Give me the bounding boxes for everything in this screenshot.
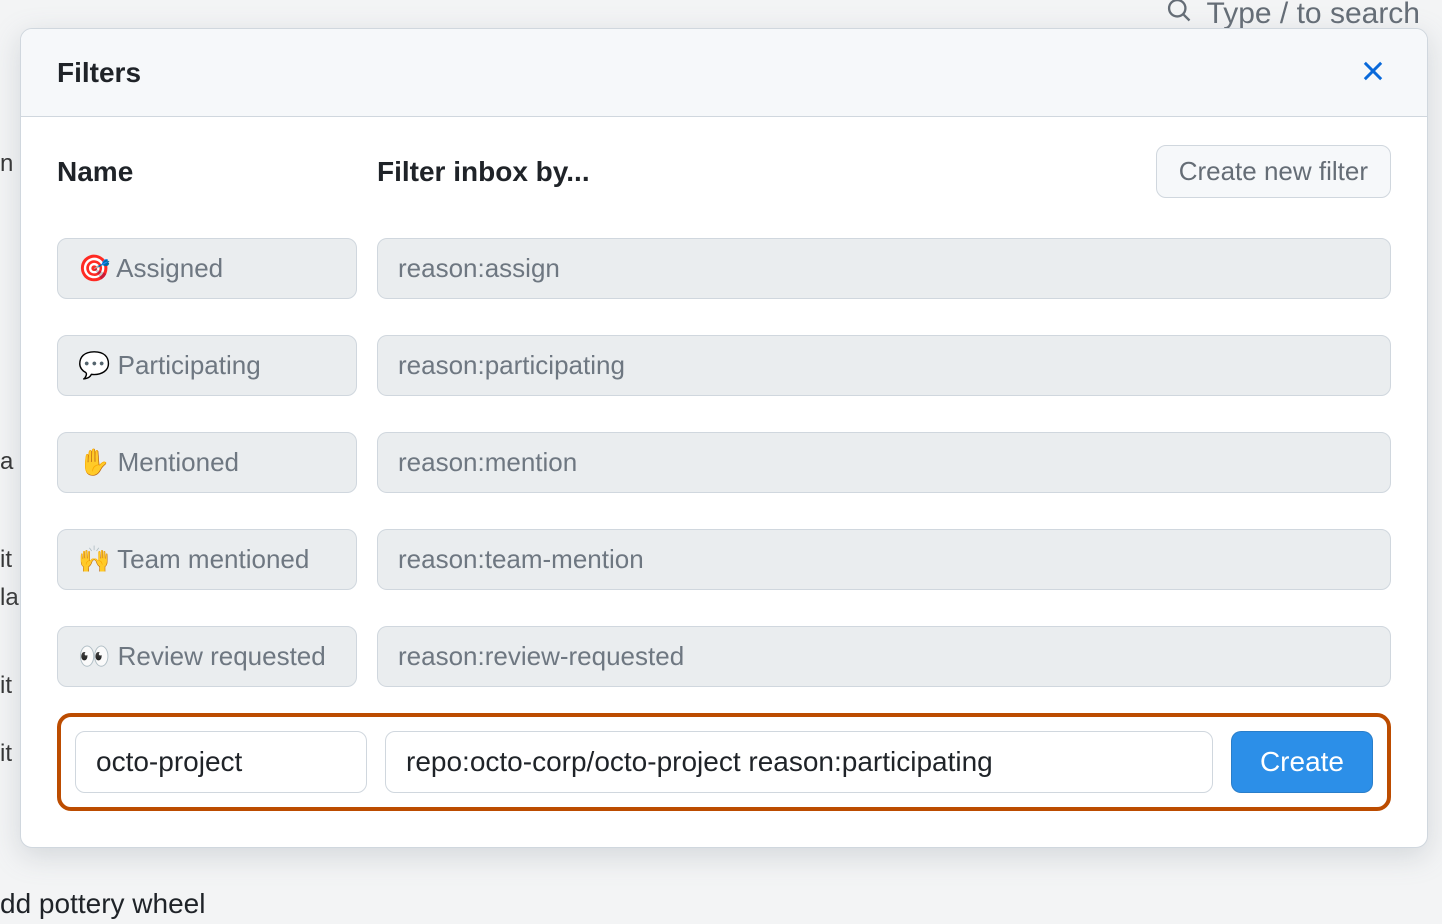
filter-name-input[interactable] (57, 626, 357, 687)
filter-query-input[interactable] (377, 432, 1391, 493)
left-text-fragments: n a it la it it (0, 0, 20, 924)
filters-dialog: Filters Name Filter inbox by... Create n… (20, 28, 1428, 848)
filter-row (57, 238, 1391, 299)
create-button[interactable]: Create (1231, 731, 1373, 793)
new-filter-highlight: Create (57, 713, 1391, 811)
filter-row (57, 626, 1391, 687)
close-button[interactable] (1355, 53, 1391, 92)
close-icon (1359, 57, 1387, 88)
create-new-filter-button[interactable]: Create new filter (1156, 145, 1391, 198)
dialog-body: Name Filter inbox by... Create new filte… (21, 117, 1427, 847)
new-filter-query-input[interactable] (385, 731, 1213, 793)
filter-query-input[interactable] (377, 238, 1391, 299)
filter-name-input[interactable] (57, 238, 357, 299)
bottom-text-fragment: dd pottery wheel (0, 888, 205, 920)
filter-name-input[interactable] (57, 335, 357, 396)
filter-name-input[interactable] (57, 529, 357, 590)
filter-query-input[interactable] (377, 529, 1391, 590)
filter-row (57, 335, 1391, 396)
filter-row (57, 529, 1391, 590)
new-filter-name-input[interactable] (75, 731, 367, 793)
columns-header-row: Name Filter inbox by... Create new filte… (57, 145, 1391, 198)
query-column-header: Filter inbox by... (377, 156, 1136, 188)
dialog-title: Filters (57, 57, 141, 89)
name-column-header: Name (57, 156, 357, 188)
filter-row (57, 432, 1391, 493)
filter-name-input[interactable] (57, 432, 357, 493)
dialog-header: Filters (21, 29, 1427, 117)
filter-query-input[interactable] (377, 335, 1391, 396)
search-placeholder-fragment: Type / to search (1207, 0, 1420, 31)
filter-query-input[interactable] (377, 626, 1391, 687)
